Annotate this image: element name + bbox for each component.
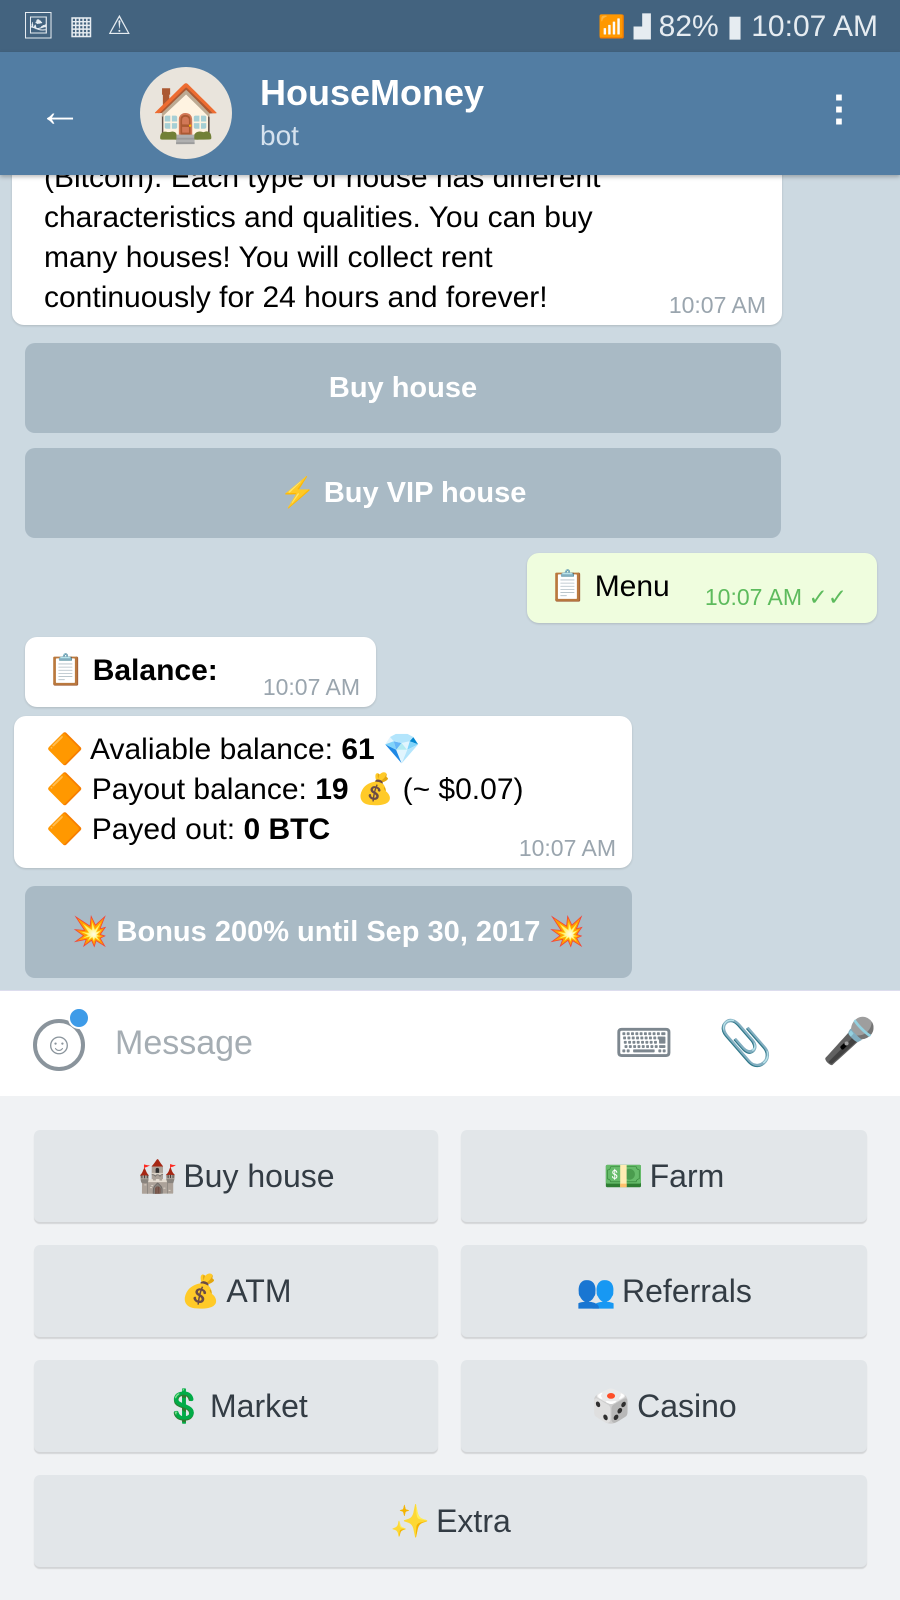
money-icon: 💵	[603, 1158, 644, 1194]
keyboard-farm-button[interactable]: 💵 Farm	[461, 1130, 867, 1222]
chat-header: ← 🏠 HouseMoney bot · · ·	[0, 52, 900, 175]
warning-icon: ⚠	[107, 10, 131, 40]
message-line: (Bitcoin). Each type of house has differ…	[44, 175, 601, 194]
keyboard-market-button[interactable]: 💲 Market	[34, 1360, 438, 1452]
inline-buy-vip-house-button[interactable]: ⚡ Buy VIP house	[25, 448, 781, 538]
message-input[interactable]: Message	[115, 1024, 595, 1063]
image-icon: 🖼	[22, 10, 56, 40]
signal-icon: ▟	[633, 13, 651, 39]
payed-out-line: 🔶 Payed out: 0 BTC	[46, 813, 331, 846]
battery-percent: 82%	[658, 9, 719, 43]
message-time: 10:07 AM	[262, 674, 360, 700]
message-time: 10:07 AM	[518, 835, 616, 861]
message-line: many houses! You will collect rent	[44, 241, 493, 274]
attach-icon[interactable]: 📎	[718, 1017, 773, 1069]
chat-title[interactable]: HouseMoney	[260, 72, 484, 114]
wifi-icon: 📶	[598, 13, 626, 39]
keyboard-atm-button[interactable]: 💰 ATM	[34, 1245, 438, 1337]
message-text: 📋 Menu	[549, 570, 670, 603]
money-bag-icon: 💰	[180, 1273, 221, 1309]
microphone-icon[interactable]: 🎤	[822, 1015, 877, 1067]
balance-message-bubble: 🔶 Avaliable balance: 61 💎 🔶 Payout balan…	[14, 716, 632, 868]
sparkles-icon: ✨	[390, 1503, 431, 1539]
battery-icon: ▮	[726, 10, 744, 43]
inline-bonus-button[interactable]: 💥 Bonus 200% until Sep 30, 2017 💥	[25, 886, 632, 978]
inline-buy-house-button[interactable]: Buy house	[25, 343, 781, 433]
payout-balance-line: 🔶 Payout balance: 19 💰 (~ $0.07)	[46, 773, 524, 806]
chat-subtitle: bot	[260, 120, 299, 151]
chat-area[interactable]: (Bitcoin). Each type of house has differ…	[0, 175, 900, 990]
balance-heading: Balance:	[92, 654, 218, 687]
more-vertical-icon[interactable]: · · ·	[830, 78, 850, 142]
avatar[interactable]: 🏠	[140, 67, 232, 159]
keyboard-referrals-button[interactable]: 👥 Referrals	[461, 1245, 867, 1337]
bot-keyboard: 🏰 Buy house 💵 Farm 💰 ATM 👥 Referrals 💲 Market…	[0, 1096, 900, 1600]
message-bubble: 📋 Balance: 10:07 AM	[25, 637, 376, 707]
status-bar: 🖼 ▦ ⚠ 📶 ▟ 82% ▮ 10:07 AM	[0, 0, 900, 52]
sim-card-icon: ▦	[69, 10, 94, 40]
users-icon: 👥	[576, 1273, 617, 1309]
clock: 10:07 AM	[751, 9, 878, 43]
message-line: characteristics and qualities. You can b…	[44, 201, 593, 234]
back-arrow-icon[interactable]: ←	[38, 87, 82, 137]
dice-icon: 🎲	[591, 1388, 632, 1424]
keyboard-buy-house-button[interactable]: 🏰 Buy house	[34, 1130, 438, 1222]
keyboard-casino-button[interactable]: 🎲 Casino	[461, 1360, 867, 1452]
clipboard-icon: 📋	[47, 654, 85, 687]
castle-icon: 🏰	[137, 1158, 178, 1194]
keyboard-extra-button[interactable]: ✨ Extra	[34, 1475, 867, 1567]
double-check-icon: ✓✓	[808, 584, 847, 610]
notification-dot	[68, 1007, 90, 1029]
message-bubble: (Bitcoin). Each type of house has differ…	[12, 175, 782, 325]
outgoing-message-bubble: 📋 Menu 10:07 AM ✓✓	[527, 553, 877, 623]
message-time: 10:07 AM ✓✓	[704, 584, 847, 610]
keyboard-icon[interactable]: ⌨	[615, 1021, 673, 1067]
available-balance-line: 🔶 Avaliable balance: 61 💎	[46, 733, 421, 766]
message-input-bar: ☺ Message ⌨ 📎 🎤	[0, 990, 900, 1096]
message-line: continuously for 24 hours and forever!	[44, 281, 548, 314]
dollar-icon: 💲	[164, 1388, 205, 1424]
message-time: 10:07 AM	[668, 292, 766, 318]
